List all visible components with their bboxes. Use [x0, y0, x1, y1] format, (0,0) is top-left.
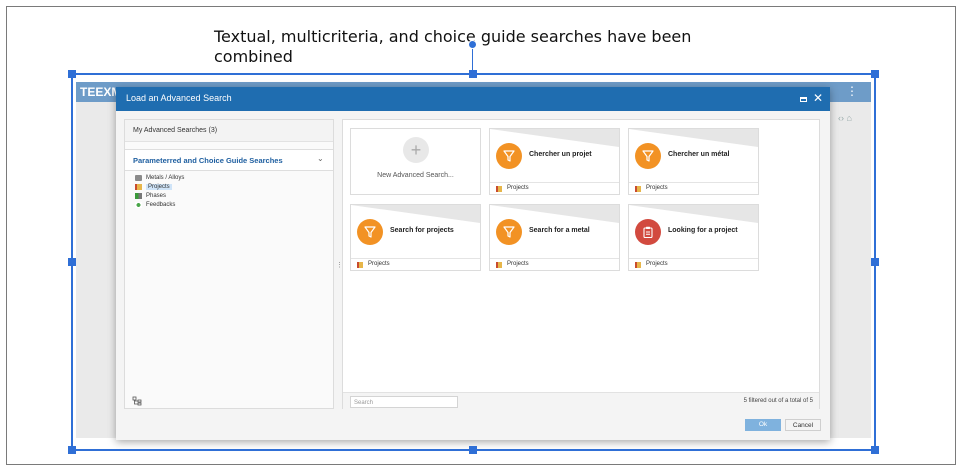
folder-icon: [135, 183, 142, 190]
category-tree: Metals / Alloys Projects Phases Feedback…: [135, 173, 184, 209]
tree-item-metals[interactable]: Metals / Alloys: [135, 173, 184, 182]
my-advanced-searches-header[interactable]: My Advanced Searches (3): [125, 120, 333, 142]
resize-handle-bottom-left[interactable]: [68, 446, 76, 454]
card-category: Projects: [646, 261, 668, 267]
search-card-search-for-projects[interactable]: Search for projects Projects: [350, 204, 481, 271]
search-card-looking-for-a-project[interactable]: Looking for a project Projects: [628, 204, 759, 271]
search-tree-panel: My Advanced Searches (3) Parameterred an…: [124, 119, 334, 409]
folder-icon: [496, 186, 502, 192]
cancel-button[interactable]: Cancel: [785, 419, 821, 431]
funnel-icon: [357, 219, 383, 245]
plus-icon: +: [403, 137, 429, 163]
cards-footer: Search 5 filtered out of a total of 5: [343, 392, 819, 410]
tree-item-label: Projects: [146, 183, 172, 190]
barrel-icon: [135, 174, 142, 181]
funnel-icon: [635, 143, 661, 169]
search-card-chercher-un-metal[interactable]: Chercher un métal Projects: [628, 128, 759, 195]
dialog-title: Load an Advanced Search: [126, 93, 232, 103]
maximize-icon[interactable]: [800, 97, 807, 102]
phases-icon: [135, 192, 142, 199]
new-advanced-search-card[interactable]: + New Advanced Search...: [350, 128, 481, 195]
funnel-icon: [496, 219, 522, 245]
load-advanced-search-dialog: Load an Advanced Search ✕ My Advanced Se…: [116, 87, 830, 440]
resize-handle-top-right[interactable]: [871, 70, 879, 78]
tree-item-projects[interactable]: Projects: [135, 182, 184, 191]
rotation-handle[interactable]: [468, 40, 477, 49]
tree-structure-icon[interactable]: [132, 396, 142, 408]
search-card-search-for-a-metal[interactable]: Search for a metal Projects: [489, 204, 620, 271]
card-category: Projects: [507, 185, 529, 191]
card-title: Search for a metal: [529, 227, 590, 234]
kebab-menu-icon[interactable]: ⋮: [846, 84, 858, 98]
tree-item-label: Phases: [146, 192, 167, 199]
parameterized-searches-title: Parameterred and Choice Guide Searches: [133, 156, 283, 165]
parameterized-searches-header[interactable]: Parameterred and Choice Guide Searches ⌄: [125, 149, 333, 171]
resize-handle-left[interactable]: [68, 258, 76, 266]
toolbar-icons[interactable]: ‹› ⌂: [838, 113, 852, 123]
chevron-down-icon[interactable]: ⌄: [317, 154, 324, 163]
resize-handle-bottom[interactable]: [469, 446, 477, 454]
tree-item-feedbacks[interactable]: Feedbacks: [135, 200, 184, 209]
card-category: Projects: [507, 261, 529, 267]
card-category: Projects: [646, 185, 668, 191]
dialog-titlebar: Load an Advanced Search ✕: [116, 87, 830, 111]
resize-handle-bottom-right[interactable]: [871, 446, 879, 454]
search-cards-panel: + New Advanced Search... Chercher un pro…: [342, 119, 820, 410]
card-category: Projects: [368, 261, 390, 267]
funnel-icon: [496, 143, 522, 169]
tree-item-label: Feedbacks: [146, 201, 176, 208]
card-title: New Advanced Search...: [377, 172, 454, 179]
card-title: Looking for a project: [668, 227, 738, 234]
resize-handle-right[interactable]: [871, 258, 879, 266]
folder-icon: [635, 186, 641, 192]
search-card-chercher-un-projet[interactable]: Chercher un projet Projects: [489, 128, 620, 195]
resize-handle-top[interactable]: [469, 70, 477, 78]
folder-icon: [635, 262, 641, 268]
folder-icon: [496, 262, 502, 268]
filter-status: 5 filtered out of a total of 5: [743, 398, 813, 404]
feedback-icon: [135, 201, 142, 208]
tree-item-label: Metals / Alloys: [146, 174, 185, 181]
clipboard-icon: [635, 219, 661, 245]
resize-handle-top-left[interactable]: [68, 70, 76, 78]
tree-item-phases[interactable]: Phases: [135, 191, 184, 200]
folder-icon: [357, 262, 363, 268]
search-input[interactable]: Search: [350, 396, 458, 408]
card-title: Chercher un projet: [529, 151, 592, 158]
ok-button[interactable]: Ok: [745, 419, 781, 431]
card-title: Chercher un métal: [668, 151, 730, 158]
close-icon[interactable]: ✕: [813, 91, 823, 105]
card-title: Search for projects: [390, 227, 454, 234]
